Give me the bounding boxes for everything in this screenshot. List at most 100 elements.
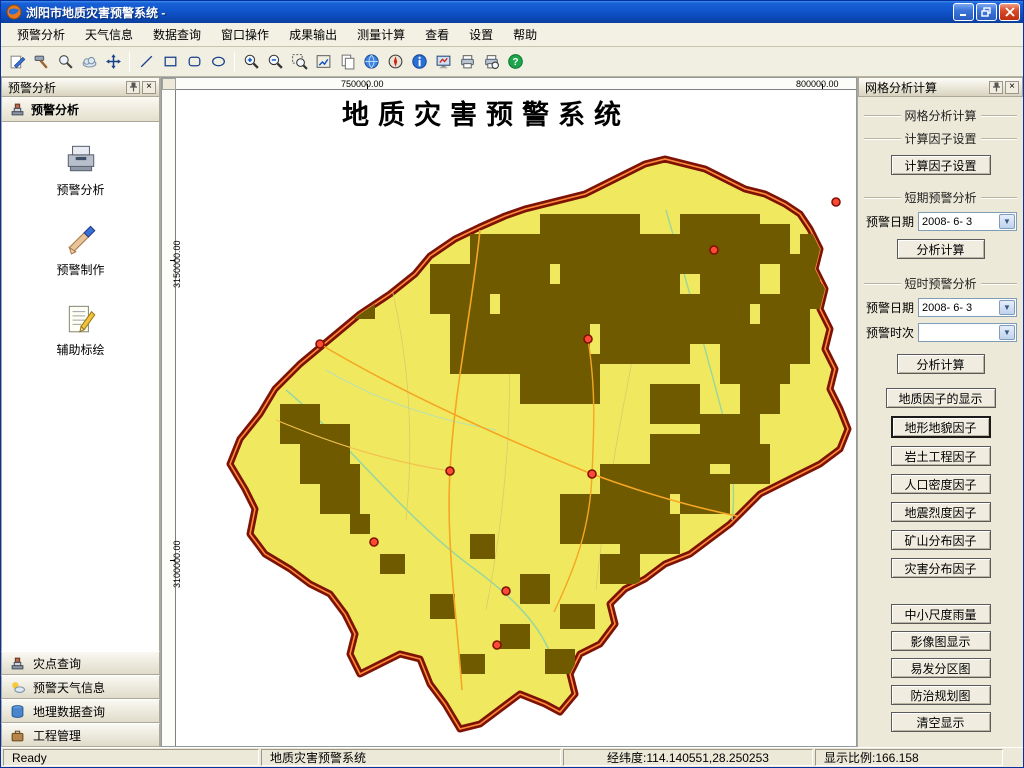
short-term-date-combo[interactable]: 2008- 6- 3 ▼: [918, 212, 1017, 231]
info-icon[interactable]: [407, 50, 431, 74]
chevron-down-icon[interactable]: ▼: [999, 325, 1015, 340]
susceptibility-map-button[interactable]: 易发分区图: [891, 658, 991, 678]
left-group-header[interactable]: 预警分析: [1, 97, 160, 122]
chevron-down-icon[interactable]: ▼: [999, 214, 1015, 229]
cloud-icon[interactable]: [77, 50, 101, 74]
zoom-out-icon[interactable]: [263, 50, 287, 74]
close-button[interactable]: [999, 3, 1020, 21]
zoom-in-icon[interactable]: [239, 50, 263, 74]
help-icon[interactable]: ?: [503, 50, 527, 74]
zoom-pointer-icon[interactable]: [53, 50, 77, 74]
short-time-date-combo[interactable]: 2008- 6- 3 ▼: [918, 298, 1017, 317]
pushpin-icon[interactable]: [989, 81, 1003, 94]
toolbar: ?: [1, 47, 1023, 77]
geotech-factor-button[interactable]: 岩土工程因子: [891, 446, 991, 466]
item-label: 预警制作: [56, 261, 104, 278]
pan-icon[interactable]: [101, 50, 125, 74]
left-panel-content: 预警分析 预警制作 辅助标绘: [1, 122, 160, 651]
menu-data-query[interactable]: 数据查询: [143, 23, 211, 46]
resize-grip[interactable]: [1005, 749, 1021, 766]
warning-time-combo[interactable]: ▼: [918, 323, 1017, 342]
roundrect-tool-icon[interactable]: [182, 50, 206, 74]
edit-icon[interactable]: [5, 50, 29, 74]
rectangle-tool-icon[interactable]: [158, 50, 182, 74]
analysis-icon: [63, 140, 99, 176]
titlebar[interactable]: 浏阳市地质灾害预警系统 -: [1, 1, 1023, 23]
item-warning-make[interactable]: 预警制作: [21, 220, 141, 278]
group-project-manage[interactable]: 工程管理: [1, 723, 160, 747]
group-disaster-query[interactable]: 灾点查询: [1, 651, 160, 675]
top-ruler: 750000.00 800000.00: [176, 78, 856, 90]
geo-factor-display-header[interactable]: 地质因子的显示: [886, 388, 996, 408]
close-icon[interactable]: ×: [142, 81, 156, 94]
globe-icon[interactable]: [359, 50, 383, 74]
map-viewport[interactable]: 750000.00 800000.00 3150000.00 3100000.0…: [161, 77, 857, 747]
status-bar: Ready 地质灾害预警系统 经纬度:114.140551,28.250253 …: [1, 747, 1023, 767]
warning-time-label: 预警时次: [866, 324, 914, 341]
right-panel-content: 网格分析计算 计算因子设置 计算因子设置 短期预警分析 预警日期 2008- 6…: [858, 97, 1023, 747]
restore-button[interactable]: [976, 3, 997, 21]
map-canvas[interactable]: 地质灾害预警系统: [176, 90, 857, 747]
line-tool-icon[interactable]: [134, 50, 158, 74]
group-geo-data-query[interactable]: 地理数据查询: [1, 699, 160, 723]
toolbar-separator: [234, 52, 235, 72]
short-term-analyze-button[interactable]: 分析计算: [897, 239, 985, 259]
app-icon: [6, 4, 22, 20]
menu-measure[interactable]: 测量计算: [347, 23, 415, 46]
copy-icon[interactable]: [335, 50, 359, 74]
minimize-button[interactable]: [953, 3, 974, 21]
menu-window-ops[interactable]: 窗口操作: [211, 23, 279, 46]
seismic-factor-button[interactable]: 地震烈度因子: [891, 502, 991, 522]
window-title: 浏阳市地质灾害预警系统 -: [26, 4, 953, 21]
ruler-corner: [162, 78, 176, 90]
stamp-icon: [10, 656, 25, 671]
ellipse-tool-icon[interactable]: [206, 50, 230, 74]
prevention-plan-button[interactable]: 防治规划图: [891, 685, 991, 705]
menu-help[interactable]: 帮助: [503, 23, 547, 46]
item-aux-plot[interactable]: 辅助标绘: [21, 300, 141, 358]
menu-warning-analysis[interactable]: 预警分析: [7, 23, 75, 46]
ruler-label: 750000.00: [341, 79, 384, 89]
svg-text:?: ?: [512, 57, 518, 68]
left-panel-header: 预警分析 ×: [1, 77, 160, 97]
clear-display-button[interactable]: 清空显示: [891, 712, 991, 732]
close-icon[interactable]: ×: [1005, 81, 1019, 94]
mine-factor-button[interactable]: 矿山分布因子: [891, 530, 991, 550]
disaster-factor-button[interactable]: 灾害分布因子: [891, 558, 991, 578]
pushpin-icon[interactable]: [126, 81, 140, 94]
warning-date-label: 预警日期: [866, 213, 914, 230]
menu-settings[interactable]: 设置: [459, 23, 503, 46]
section-short-time: 短时预警分析: [864, 275, 1017, 292]
menu-weather-info[interactable]: 天气信息: [75, 23, 143, 46]
chevron-down-icon[interactable]: ▼: [999, 300, 1015, 315]
zoom-window-icon[interactable]: [287, 50, 311, 74]
left-panel: 预警分析 × 预警分析 预警分析 预警制作 辅助标绘: [1, 77, 161, 747]
item-label: 辅助标绘: [56, 341, 104, 358]
group-label: 工程管理: [33, 727, 81, 744]
toolbar-separator: [129, 52, 130, 72]
briefcase-icon: [10, 728, 25, 743]
calc-factor-setting-button[interactable]: 计算因子设置: [891, 155, 991, 175]
rainfall-button[interactable]: 中小尺度雨量: [891, 604, 991, 624]
menu-output[interactable]: 成果输出: [279, 23, 347, 46]
compass-icon[interactable]: [383, 50, 407, 74]
zoom-extent-icon[interactable]: [311, 50, 335, 74]
menu-view[interactable]: 查看: [415, 23, 459, 46]
status-scale: 显示比例:166.158: [815, 749, 1003, 766]
print-preview-icon[interactable]: [479, 50, 503, 74]
population-factor-button[interactable]: 人口密度因子: [891, 474, 991, 494]
short-time-analyze-button[interactable]: 分析计算: [897, 354, 985, 374]
group-weather-info[interactable]: 预警天气信息: [1, 675, 160, 699]
notepad-icon: [63, 300, 99, 336]
hammer-icon[interactable]: [29, 50, 53, 74]
app-window: 浏阳市地质灾害预警系统 - 预警分析 天气信息 数据查询 窗口操作 成果输出 测…: [0, 0, 1024, 768]
map-title: 地质灾害预警系统: [342, 99, 630, 130]
group-label: 预警天气信息: [33, 679, 105, 696]
terrain-factor-button[interactable]: 地形地貌因子: [891, 416, 991, 438]
print-icon[interactable]: [455, 50, 479, 74]
monitor-icon[interactable]: [431, 50, 455, 74]
imagery-button[interactable]: 影像图显示: [891, 631, 991, 651]
left-group-label: 预警分析: [31, 101, 79, 118]
item-warning-analysis[interactable]: 预警分析: [21, 140, 141, 198]
weather-icon: [10, 680, 25, 695]
